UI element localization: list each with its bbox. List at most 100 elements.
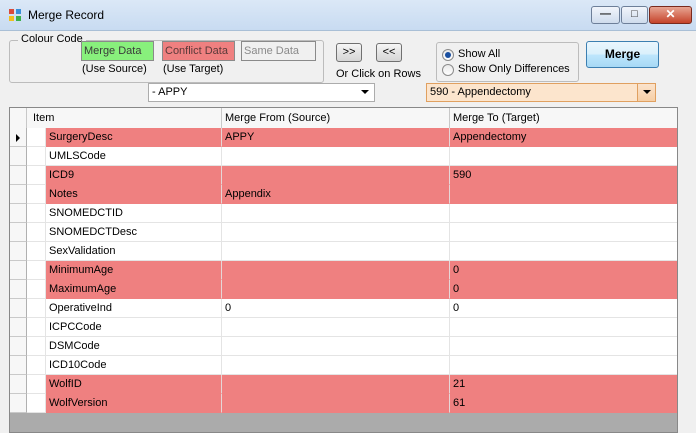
column-header-item[interactable]: Item — [27, 108, 222, 128]
table-row[interactable]: MaximumAge 0 — [10, 280, 677, 299]
show-all-radio[interactable] — [442, 49, 454, 61]
row-header[interactable] — [10, 128, 27, 147]
cell-target[interactable] — [450, 185, 677, 204]
cell-item[interactable]: MaximumAge — [46, 280, 222, 299]
close-button[interactable]: ✕ — [649, 6, 692, 24]
row-header[interactable] — [10, 280, 27, 299]
cell-source[interactable]: 0 — [222, 299, 450, 318]
conflict-data-swatch: Conflict Data — [162, 41, 235, 61]
source-record-select[interactable]: - APPY — [148, 83, 375, 102]
cell-target[interactable] — [450, 337, 677, 356]
table-row[interactable]: WolfVersion 61 — [10, 394, 677, 413]
row-indent — [27, 337, 46, 356]
row-header[interactable] — [10, 337, 27, 356]
cell-source[interactable] — [222, 147, 450, 166]
cell-item[interactable]: SurgeryDesc — [46, 128, 222, 147]
row-header[interactable] — [10, 204, 27, 223]
cell-item[interactable]: ICD10Code — [46, 356, 222, 375]
cell-target[interactable] — [450, 318, 677, 337]
table-row[interactable]: WolfID 21 — [10, 375, 677, 394]
cell-target[interactable] — [450, 223, 677, 242]
merge-grid[interactable]: Item Merge From (Source) Merge To (Targe… — [9, 107, 678, 433]
cell-source[interactable] — [222, 280, 450, 299]
cell-source[interactable] — [222, 204, 450, 223]
row-indent — [27, 242, 46, 261]
table-row[interactable]: SNOMEDCTDesc — [10, 223, 677, 242]
row-header[interactable] — [10, 223, 27, 242]
cell-target[interactable]: 21 — [450, 375, 677, 394]
row-header[interactable] — [10, 185, 27, 204]
cell-item[interactable]: MinimumAge — [46, 261, 222, 280]
row-header[interactable] — [10, 375, 27, 394]
cell-target[interactable]: 0 — [450, 299, 677, 318]
table-row[interactable]: DSMCode — [10, 337, 677, 356]
column-header-source[interactable]: Merge From (Source) — [222, 108, 450, 128]
cell-item[interactable]: OperativeInd — [46, 299, 222, 318]
chevron-down-icon — [643, 90, 651, 94]
table-row[interactable]: SexValidation — [10, 242, 677, 261]
row-header[interactable] — [10, 242, 27, 261]
copy-left-button[interactable]: << — [376, 43, 402, 62]
cell-item[interactable]: ICD9 — [46, 166, 222, 185]
cell-item[interactable]: SNOMEDCTDesc — [46, 223, 222, 242]
minimize-button[interactable]: — — [591, 6, 620, 24]
merge-data-swatch: Merge Data — [81, 41, 154, 61]
cell-source[interactable] — [222, 356, 450, 375]
row-header[interactable] — [10, 394, 27, 413]
cell-source[interactable] — [222, 261, 450, 280]
row-header[interactable] — [10, 166, 27, 185]
cell-target[interactable] — [450, 204, 677, 223]
show-differences-radio[interactable] — [442, 64, 454, 76]
cell-item[interactable]: WolfVersion — [46, 394, 222, 413]
cell-target[interactable]: 590 — [450, 166, 677, 185]
cell-target[interactable] — [450, 356, 677, 375]
cell-item[interactable]: ICPCCode — [46, 318, 222, 337]
copy-right-label: >> — [342, 46, 356, 58]
cell-source[interactable] — [222, 375, 450, 394]
table-row[interactable]: OperativeInd 0 0 — [10, 299, 677, 318]
table-row[interactable]: MinimumAge 0 — [10, 261, 677, 280]
row-header[interactable] — [10, 318, 27, 337]
cell-item[interactable]: Notes — [46, 185, 222, 204]
target-dropdown-button[interactable] — [637, 84, 655, 101]
cell-target[interactable]: 0 — [450, 280, 677, 299]
cell-item[interactable]: SNOMEDCTID — [46, 204, 222, 223]
cell-source[interactable]: Appendix — [222, 185, 450, 204]
column-header-target[interactable]: Merge To (Target) — [450, 108, 677, 128]
table-row[interactable]: UMLSCode — [10, 147, 677, 166]
row-header[interactable] — [10, 147, 27, 166]
table-row[interactable]: Notes Appendix — [10, 185, 677, 204]
cell-target[interactable]: 0 — [450, 261, 677, 280]
cell-source[interactable] — [222, 166, 450, 185]
cell-target[interactable]: 61 — [450, 394, 677, 413]
table-row[interactable]: SNOMEDCTID — [10, 204, 677, 223]
cell-item[interactable]: WolfID — [46, 375, 222, 394]
row-header[interactable] — [10, 356, 27, 375]
cell-target[interactable]: Appendectomy — [450, 128, 677, 147]
cell-item[interactable]: UMLSCode — [46, 147, 222, 166]
table-row[interactable]: ICPCCode — [10, 318, 677, 337]
cell-source[interactable] — [222, 394, 450, 413]
merge-button[interactable]: Merge — [586, 41, 659, 68]
show-all-label: Show All — [458, 48, 501, 60]
cell-item[interactable]: SexValidation — [46, 242, 222, 261]
row-indent — [27, 299, 46, 318]
cell-target[interactable] — [450, 147, 677, 166]
table-row[interactable]: ICD9 590 — [10, 166, 677, 185]
click-rows-hint: Or Click on Rows — [336, 68, 421, 80]
cell-source[interactable] — [222, 318, 450, 337]
cell-target[interactable] — [450, 242, 677, 261]
row-header[interactable] — [10, 261, 27, 280]
cell-source[interactable]: APPY — [222, 128, 450, 147]
cell-source[interactable] — [222, 242, 450, 261]
table-row[interactable]: ICD10Code — [10, 356, 677, 375]
cell-source[interactable] — [222, 337, 450, 356]
target-record-select[interactable]: 590 - Appendectomy — [426, 83, 656, 102]
table-row[interactable]: SurgeryDesc APPY Appendectomy — [10, 128, 677, 147]
target-record-value: 590 - Appendectomy — [430, 86, 531, 98]
copy-right-button[interactable]: >> — [336, 43, 362, 62]
maximize-button[interactable]: □ — [621, 6, 648, 24]
row-header[interactable] — [10, 299, 27, 318]
cell-source[interactable] — [222, 223, 450, 242]
cell-item[interactable]: DSMCode — [46, 337, 222, 356]
